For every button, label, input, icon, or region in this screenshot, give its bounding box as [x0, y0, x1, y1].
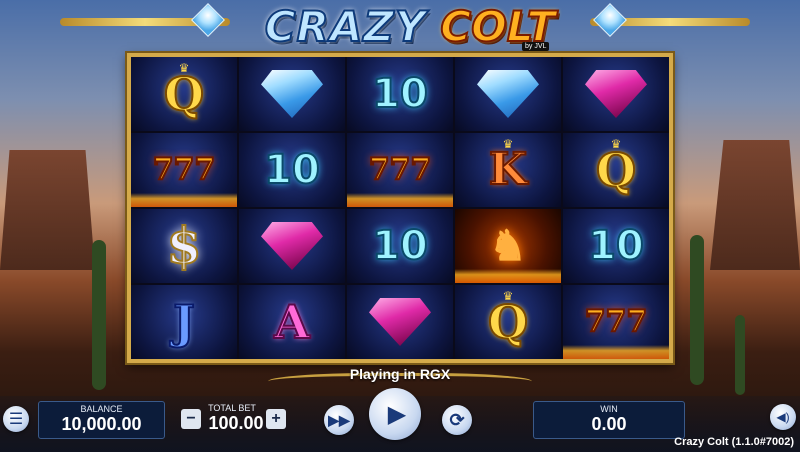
reel-frame: Q ♛ 10 777 10 777 K ♛ Q ♛ $10 ♞ 10 J A Q ♛ 777: [127, 53, 673, 363]
reel-cell-3-3: Q ♛: [455, 285, 561, 359]
speaker-icon: ◀): [776, 410, 790, 424]
crown-icon: ♛: [502, 289, 514, 303]
version-label: Crazy Colt (1.1.0#7002): [674, 436, 794, 448]
plus-icon: +: [271, 410, 281, 427]
reel-cell-3-1: A: [239, 285, 345, 359]
horse-symbol: ♞: [489, 221, 527, 270]
seven-symbol: 777: [584, 304, 649, 339]
sound-button[interactable]: ◀): [770, 404, 796, 430]
pink-diamond-symbol: [261, 222, 323, 270]
seven-symbol: 777: [152, 152, 217, 187]
ten-symbol: 10: [371, 223, 429, 269]
flames-deco: [347, 193, 453, 207]
reel-cell-1-1: 10: [239, 133, 345, 207]
mesa-right: [710, 140, 800, 270]
flames-deco: [563, 345, 669, 359]
win-panel: WIN 0.00: [533, 401, 685, 439]
crown-icon: ♛: [502, 137, 514, 151]
reel-cell-0-3: [455, 57, 561, 131]
blue-diamond-symbol: [477, 70, 539, 118]
reel-cell-3-4: 777: [563, 285, 669, 359]
spin-button[interactable]: ▶: [369, 388, 421, 440]
queen-symbol: Q: [487, 295, 529, 349]
balance-panel: BALANCE 10,000.00: [38, 401, 165, 439]
queen-symbol: Q: [595, 143, 637, 197]
reel-cell-1-2: 777: [347, 133, 453, 207]
win-label: WIN: [600, 404, 618, 414]
flames-deco: [131, 193, 237, 207]
bet-increase-button[interactable]: +: [266, 409, 286, 429]
autoplay-button[interactable]: ⟳: [442, 405, 472, 435]
reel-cell-2-0: $: [131, 209, 237, 283]
reel-grid: Q ♛ 10 777 10 777 K ♛ Q ♛ $10 ♞ 10 J A Q ♛ 777: [131, 57, 669, 359]
ten-symbol: 10: [371, 71, 429, 117]
cactus-right-2: [735, 315, 745, 395]
blue-diamond-symbol: [261, 70, 323, 118]
win-value: 0.00: [591, 414, 627, 434]
fast-forward-icon: ▶▶: [328, 411, 350, 428]
flames-deco: [455, 269, 561, 283]
cactus-right: [690, 235, 704, 385]
reel-cell-1-4: Q ♛: [563, 133, 669, 207]
reel-cell-0-1: [239, 57, 345, 131]
autoplay-icon: ⟳: [449, 409, 465, 430]
pink-diamond-symbol: [369, 298, 431, 346]
reel-cell-0-4: [563, 57, 669, 131]
reel-cell-2-1: [239, 209, 345, 283]
ten-symbol: 10: [263, 147, 321, 193]
reel-cell-0-2: 10: [347, 57, 453, 131]
play-icon: ▶: [387, 400, 407, 428]
balance-label: BALANCE: [80, 404, 123, 414]
jack-symbol: J: [172, 295, 196, 349]
reel-cell-1-0: 777: [131, 133, 237, 207]
reel-cell-3-2: [347, 285, 453, 359]
dollar-symbol: $: [166, 216, 203, 275]
menu-icon: ☰: [8, 411, 24, 428]
reel-cell-2-2: 10: [347, 209, 453, 283]
ten-symbol: 10: [587, 223, 645, 269]
ace-symbol: A: [273, 295, 311, 349]
queen-symbol: Q: [163, 67, 205, 121]
menu-button[interactable]: ☰: [3, 406, 29, 432]
byline: by JVL: [522, 42, 550, 51]
reel-cell-0-0: Q ♛: [131, 57, 237, 131]
logo-word-crazy: CRAZY: [264, 1, 427, 52]
mesa-left: [0, 150, 95, 270]
king-symbol: K: [488, 144, 528, 195]
seven-symbol: 777: [368, 152, 433, 187]
reel-cell-1-3: K ♛: [455, 133, 561, 207]
reel-cell-2-4: 10: [563, 209, 669, 283]
reel-cell-2-3: ♞: [455, 209, 561, 283]
reel-cell-3-0: J: [131, 285, 237, 359]
pink-diamond-symbol: [585, 70, 647, 118]
crown-icon: ♛: [178, 61, 190, 75]
turbo-button[interactable]: ▶▶: [324, 405, 354, 435]
balance-value: 10,000.00: [61, 414, 142, 434]
crown-icon: ♛: [610, 137, 622, 151]
status-text: Playing in RGX: [349, 366, 451, 382]
